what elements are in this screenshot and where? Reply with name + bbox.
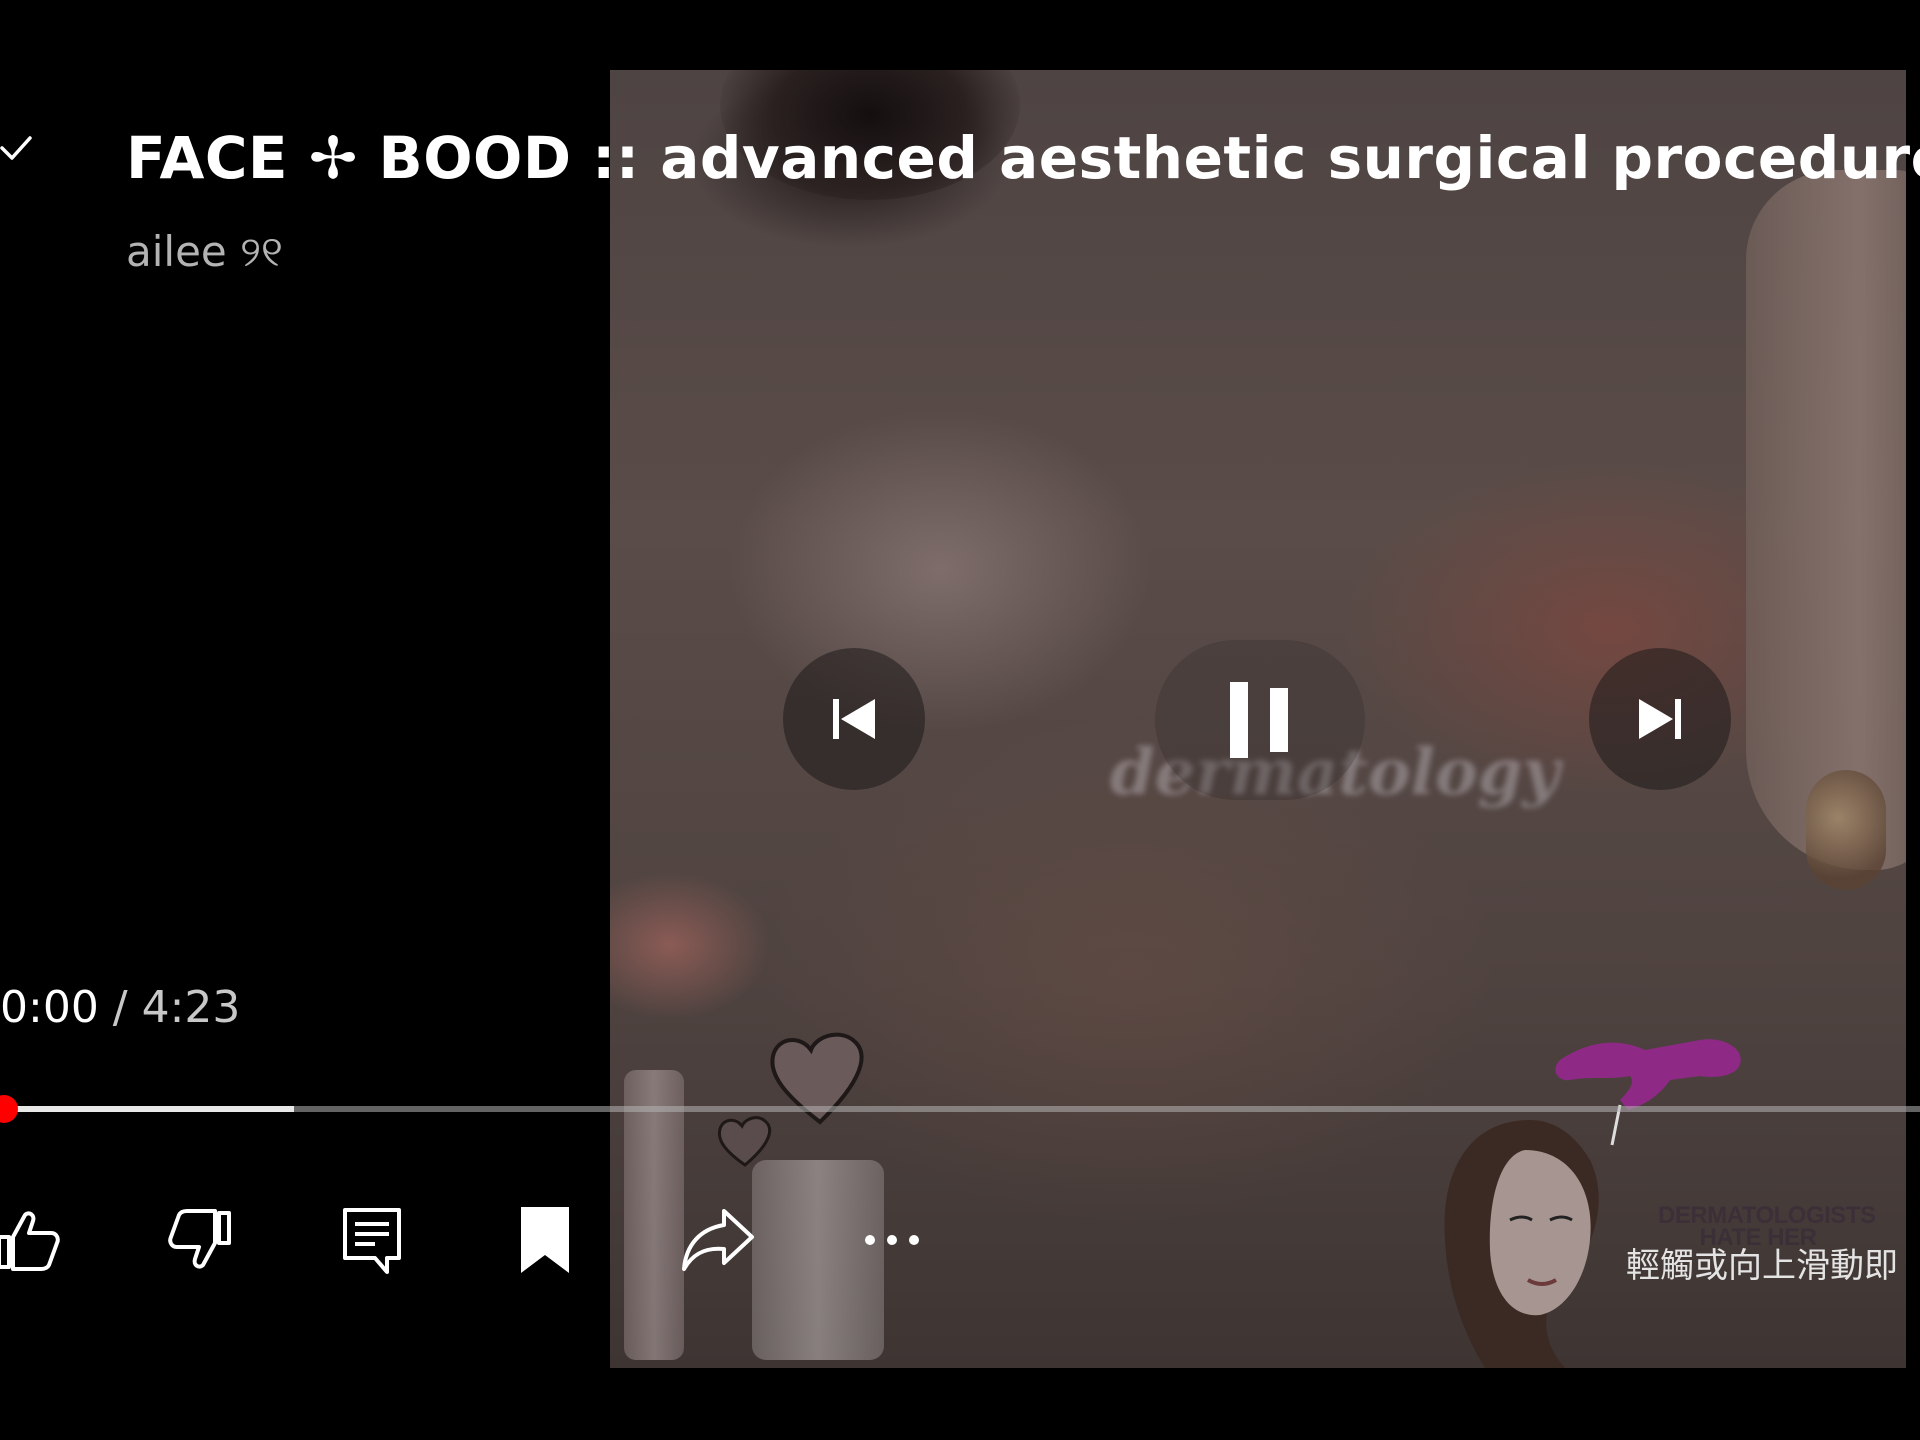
tap-or-swipe-hint: 輕觸或向上滑動即	[1626, 1246, 1898, 1286]
video-earring	[1806, 770, 1886, 890]
comments-button[interactable]	[332, 1200, 412, 1280]
time-display: 0:00 / 4:23	[0, 978, 240, 1038]
skip-previous-icon	[833, 699, 875, 739]
share-button[interactable]	[678, 1200, 758, 1280]
bookmark-icon	[521, 1207, 569, 1273]
channel-name[interactable]: ailee ୨୧	[126, 222, 283, 282]
progress-bar[interactable]	[0, 1095, 1920, 1123]
video-player[interactable]: dermatology DERMATOLOGISTS HATE HER FACE…	[0, 0, 1920, 1440]
dislike-button[interactable]	[160, 1200, 240, 1280]
thumbs-up-icon	[0, 1211, 60, 1271]
progress-scrubber[interactable]	[0, 1095, 18, 1123]
save-button[interactable]	[505, 1200, 585, 1280]
previous-button[interactable]	[783, 648, 925, 790]
like-button[interactable]	[0, 1200, 68, 1280]
serum-bottle-image	[624, 1070, 684, 1360]
woman-illustration-graphic	[1444, 1120, 1599, 1368]
more-horizontal-icon	[865, 1235, 919, 1245]
duration: 4:23	[141, 982, 241, 1033]
progress-buffered	[0, 1106, 294, 1112]
small-heart-icon	[717, 1116, 771, 1167]
more-button[interactable]	[852, 1200, 932, 1280]
check-icon[interactable]	[0, 132, 32, 164]
thumbs-down-icon	[168, 1209, 231, 1269]
video-lip-region	[610, 870, 770, 1020]
pause-button[interactable]	[1155, 640, 1365, 800]
share-arrow-icon	[682, 1209, 754, 1271]
next-button[interactable]	[1589, 648, 1731, 790]
current-time: 0:00	[0, 982, 99, 1033]
video-title: FACE ✢ BOOD :: advanced aesthetic surgic…	[126, 124, 1920, 192]
pause-icon	[1230, 682, 1288, 758]
time-separator: /	[98, 982, 142, 1033]
video-ear-region	[1746, 170, 1906, 870]
comment-icon	[343, 1208, 401, 1274]
large-heart-icon	[770, 1032, 864, 1125]
skip-next-icon	[1639, 699, 1681, 739]
